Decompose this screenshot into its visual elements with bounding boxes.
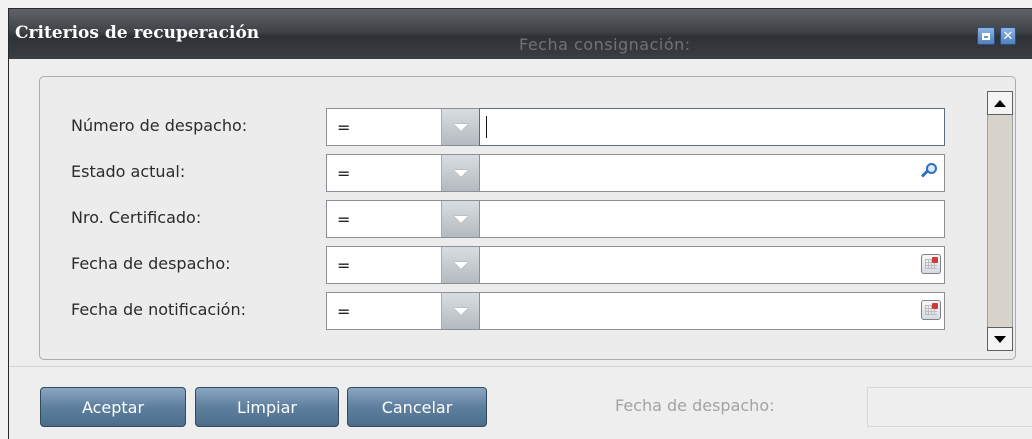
operator-select[interactable]: =: [326, 200, 479, 238]
field-label: Fecha de notificación:: [71, 300, 246, 319]
operator-value: =: [337, 118, 351, 137]
chevron-down-icon[interactable]: [441, 247, 479, 283]
chevron-down-icon[interactable]: [441, 155, 479, 191]
field-label: Estado actual:: [71, 162, 186, 181]
criteria-panel: Número de despacho: = Estado actual: = N…: [39, 76, 1016, 360]
maximize-icon[interactable]: [977, 27, 995, 45]
background-header-text: Fecha consignación:: [519, 35, 691, 54]
field-label: Número de despacho:: [71, 116, 248, 135]
chevron-down-icon[interactable]: [441, 201, 479, 237]
chevron-down-icon[interactable]: [441, 109, 479, 145]
clear-button[interactable]: Limpiar: [195, 387, 339, 427]
operator-value: =: [337, 256, 351, 275]
fecha-notificacion-input[interactable]: [479, 292, 945, 330]
title-bar[interactable]: Fecha consignación: Criterios de recuper…: [9, 9, 1032, 59]
nro-certificado-input[interactable]: [479, 200, 945, 238]
cancel-button[interactable]: Cancelar: [347, 387, 487, 427]
scroll-down-icon[interactable]: [987, 327, 1013, 351]
operator-value: =: [337, 302, 351, 321]
numero-despacho-input[interactable]: [479, 108, 945, 146]
calendar-icon[interactable]: [920, 253, 942, 275]
calendar-icon[interactable]: [920, 299, 942, 321]
criteria-row-fecha-notificacion: Fecha de notificación: =: [40, 292, 1015, 330]
background-field-label: Fecha de despacho:: [615, 396, 775, 415]
operator-select[interactable]: =: [326, 108, 479, 146]
criteria-row-fecha-despacho: Fecha de despacho: =: [40, 246, 1015, 284]
text-caret: [486, 116, 487, 138]
close-icon[interactable]: ✕: [1000, 27, 1016, 45]
operator-value: =: [337, 210, 351, 229]
scrollbar-track[interactable]: [989, 118, 1011, 318]
footer-divider: [9, 366, 1032, 367]
vertical-scrollbar[interactable]: [987, 91, 1013, 351]
criteria-row-numero-despacho: Número de despacho: =: [40, 108, 1015, 146]
operator-select[interactable]: =: [326, 154, 479, 192]
fecha-despacho-input[interactable]: [479, 246, 945, 284]
field-label: Nro. Certificado:: [71, 208, 202, 227]
criteria-row-nro-certificado: Nro. Certificado: =: [40, 200, 1015, 238]
chevron-down-icon[interactable]: [441, 293, 479, 329]
operator-value: =: [337, 164, 351, 183]
operator-select[interactable]: =: [326, 246, 479, 284]
scroll-up-icon[interactable]: [987, 91, 1013, 115]
criteria-row-estado-actual: Estado actual: =: [40, 154, 1015, 192]
search-icon[interactable]: [920, 161, 942, 183]
operator-select[interactable]: =: [326, 292, 479, 330]
accept-button[interactable]: Aceptar: [40, 387, 186, 427]
field-label: Fecha de despacho:: [71, 254, 231, 273]
dialog-window: Fecha consignación: Criterios de recuper…: [8, 8, 1032, 439]
estado-actual-input[interactable]: [479, 154, 945, 192]
background-field: [867, 387, 1032, 427]
dialog-title: Criterios de recuperación: [15, 23, 260, 43]
